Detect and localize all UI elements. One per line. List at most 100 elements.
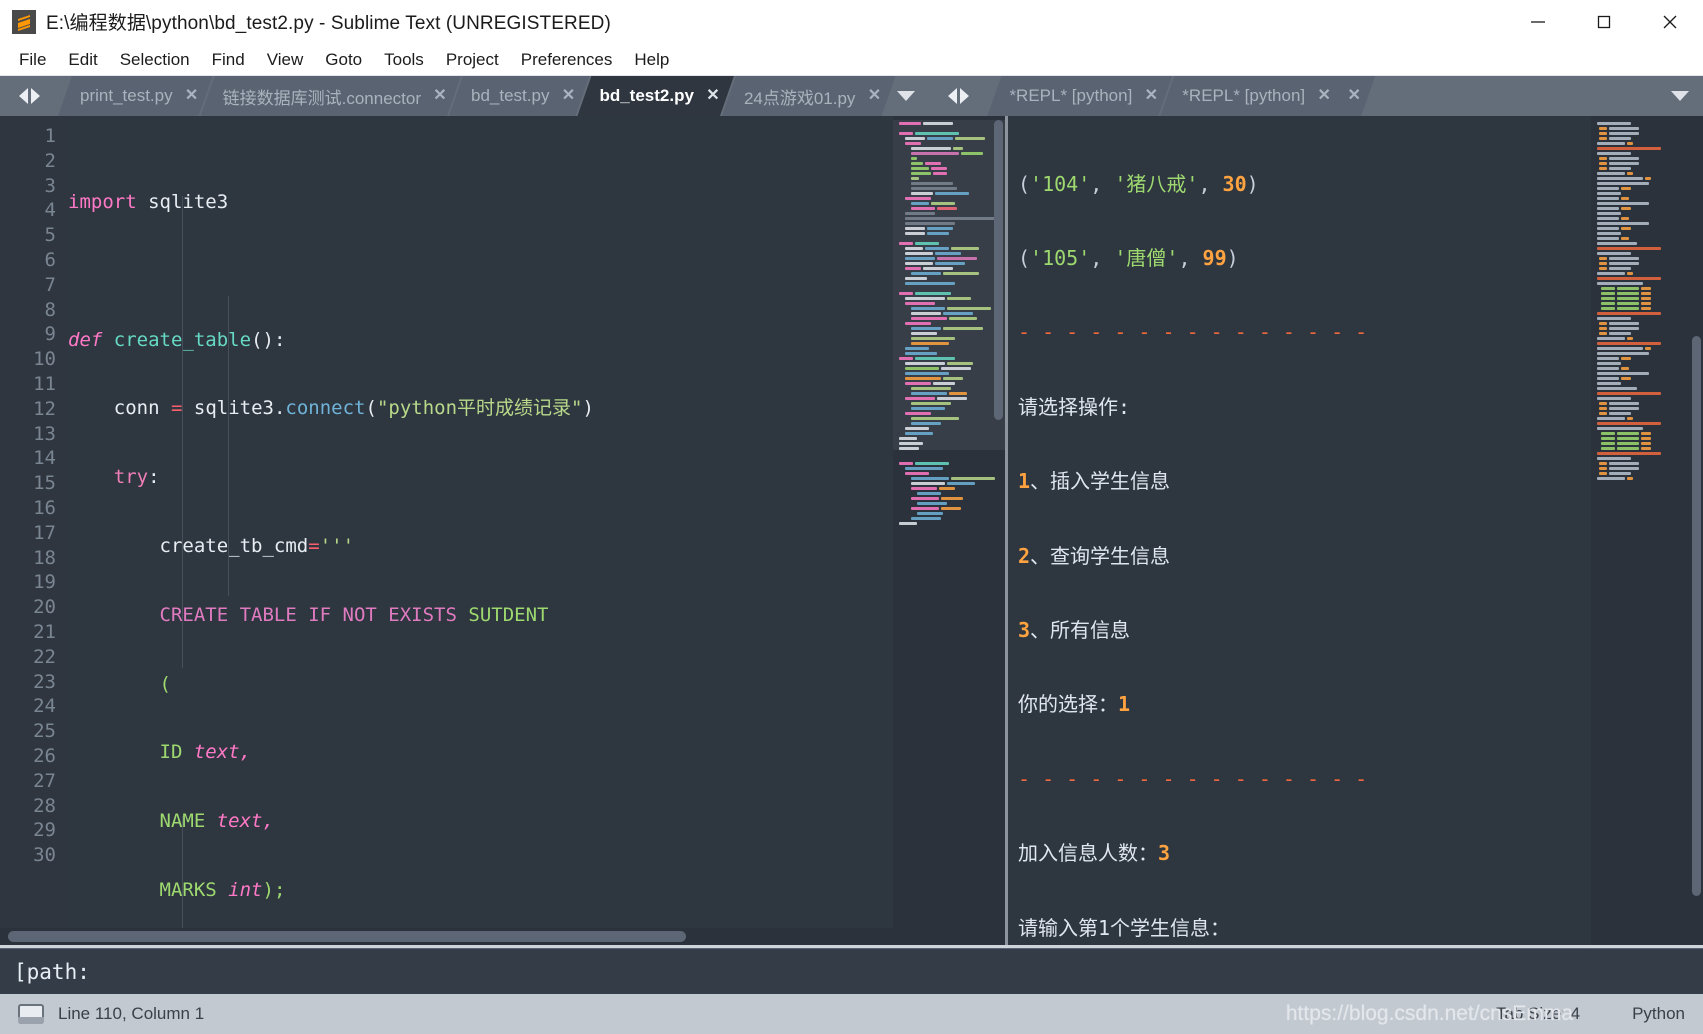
maximize-button[interactable] [1571,0,1637,44]
line-number: 18 [0,546,68,571]
menu-item-preferences[interactable]: Preferences [510,48,624,72]
tab-label: print_test.py [80,86,173,106]
line-number: 30 [0,843,68,868]
tab-size-indicator[interactable]: Tab Size: 4 [1496,1004,1580,1024]
tab-label: *REPL* [python] [1182,86,1305,106]
repl-viewport[interactable]: ('104', '猪八戒', 30) ('105', '唐僧', 99) - -… [1008,116,1703,945]
scrollbar-thumb[interactable] [8,931,686,942]
tab-24-game[interactable]: 24点游戏01.py ✕ [722,76,896,116]
code-line: import sqlite3 [68,190,893,215]
repl-minimap[interactable] [1591,116,1703,945]
tab-close-icon[interactable]: ✕ [433,88,447,104]
menu-item-view[interactable]: View [256,48,315,72]
menu-item-goto[interactable]: Goto [314,48,373,72]
tab-repl-python-1[interactable]: *REPL* [python] ✕ [987,76,1172,116]
editor-vertical-scrollbar[interactable] [992,116,1005,928]
editor-minimap[interactable] [893,116,1005,928]
triangle-down-icon[interactable] [897,91,915,101]
code-line: create_tb_cmd=''' [68,534,893,559]
code-line: CREATE TABLE IF NOT EXISTS SUTDENT [68,603,893,628]
menu-item-project[interactable]: Project [435,48,510,72]
scrollbar-thumb[interactable] [1692,336,1701,896]
tab-close-icon[interactable]: ✕ [706,88,720,104]
console-prompt: [path: [14,960,90,984]
repl-line: 2、查询学生信息 [1018,544,1591,569]
line-number: 8 [0,298,68,323]
editor-viewport[interactable]: 1 2 3 4 5 6 7 8 9 10 11 12 13 14 15 16 1 [0,116,1005,928]
editor-horizontal-scrollbar[interactable] [0,928,1005,945]
menu-item-tools[interactable]: Tools [373,48,435,72]
line-number: 25 [0,719,68,744]
code-text[interactable]: import sqlite3 def create_table(): conn … [68,116,893,928]
line-number: 24 [0,694,68,719]
menu-item-edit[interactable]: Edit [57,48,108,72]
line-number: 23 [0,670,68,695]
tab-close-icon[interactable]: ✕ [867,88,881,104]
line-number: 10 [0,347,68,372]
code-line: MARKS int); [68,878,893,903]
syntax-indicator[interactable]: Python [1632,1004,1685,1024]
triangle-right-icon[interactable] [960,88,969,104]
tab-connector[interactable]: 链接数据库测试.connector ✕ [201,76,461,116]
tab-repl-python-2[interactable]: *REPL* [python] ✕ ✕ [1160,76,1375,116]
tab-label: bd_test2.py [599,86,693,106]
tab-overflow-dropdown-right[interactable] [1657,76,1703,116]
repl-line: 你的选择：1 [1018,692,1591,717]
tab-label: *REPL* [python] [1009,86,1132,106]
triangle-left-icon[interactable] [19,88,28,104]
tab-close-icon[interactable]: ✕ [1144,88,1158,104]
document-icon [18,1004,44,1024]
line-number: 26 [0,744,68,769]
code-line [68,259,893,284]
line-number: 14 [0,446,68,471]
cursor-position[interactable]: Line 110, Column 1 [58,1004,204,1024]
tab-print-test[interactable]: print_test.py ✕ [58,76,213,116]
tab-close-icon[interactable]: ✕ [185,88,199,104]
tab-label: 链接数据库测试.connector [223,84,421,109]
line-number: 5 [0,223,68,248]
tab-scroll-nav-right[interactable] [929,76,987,116]
close-button[interactable] [1637,0,1703,44]
tab-bar: print_test.py ✕ 链接数据库测试.connector ✕ bd_t… [0,76,1703,116]
tab-bd-test2[interactable]: bd_test2.py ✕ [577,76,733,116]
line-number: 28 [0,794,68,819]
tab-close-icon[interactable]: ✕ [1317,88,1331,104]
minimap-viewport-highlight[interactable] [893,120,1005,450]
repl-line: 3、所有信息 [1018,618,1591,643]
tab-close-icon-extra[interactable]: ✕ [1347,88,1361,104]
repl-line: 请选择操作: [1018,395,1591,420]
line-number: 3 [0,174,68,199]
scrollbar-thumb[interactable] [994,120,1003,420]
menu-item-file[interactable]: File [8,48,57,72]
status-bar-right: Tab Size: 4 Python [1496,1004,1685,1024]
line-number: 29 [0,818,68,843]
menu-item-help[interactable]: Help [623,48,680,72]
code-line: def create_table(): [68,328,893,353]
code-line: ID text, [68,740,893,765]
triangle-right-icon[interactable] [31,88,40,104]
triangle-left-icon[interactable] [948,88,957,104]
menu-item-selection[interactable]: Selection [109,48,201,72]
tab-bd-test[interactable]: bd_test.py ✕ [449,76,589,116]
status-bar: Line 110, Column 1 https://blog.csdn.net… [0,994,1703,1034]
console-panel[interactable]: [path: [0,948,1703,994]
window-controls [1505,0,1703,44]
minimize-button[interactable] [1505,0,1571,44]
repl-line: - - - - - - - - - - - - - - - [1018,767,1591,792]
workspace: 1 2 3 4 5 6 7 8 9 10 11 12 13 14 15 16 1 [0,116,1703,945]
title-bar: E:\编程数据\python\bd_test2.py - Sublime Tex… [0,0,1703,44]
tab-label: 24点游戏01.py [744,84,856,109]
tab-close-icon[interactable]: ✕ [561,88,575,104]
repl-line: ('104', '猪八戒', 30) [1018,172,1591,197]
triangle-down-icon[interactable] [1671,91,1689,101]
code-line: NAME text, [68,809,893,834]
repl-vertical-scrollbar[interactable] [1690,116,1703,945]
code-line: conn = sqlite3.connect("python平时成绩记录") [68,396,893,421]
tab-label: bd_test.py [471,86,549,106]
tab-scroll-nav-left[interactable] [0,76,58,116]
line-number: 13 [0,422,68,447]
line-number: 1 [0,124,68,149]
repl-output[interactable]: ('104', '猪八戒', 30) ('105', '唐僧', 99) - -… [1008,116,1591,945]
menu-item-find[interactable]: Find [201,48,256,72]
menu-bar: File Edit Selection Find View Goto Tools… [0,44,1703,76]
